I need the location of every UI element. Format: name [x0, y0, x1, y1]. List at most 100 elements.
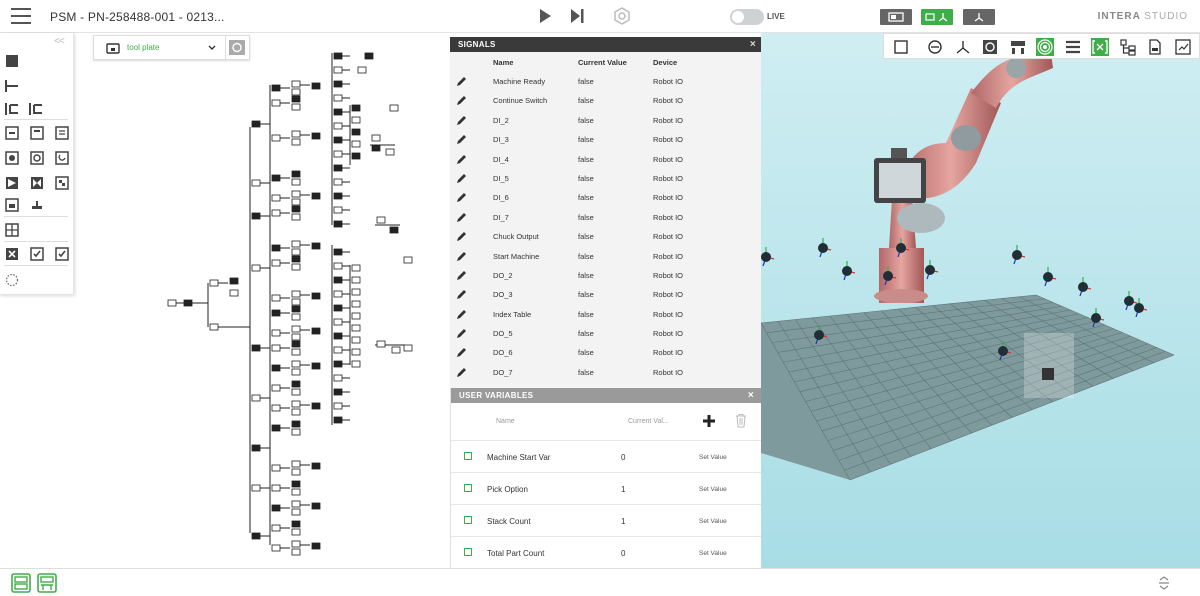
tree-node: [291, 240, 301, 248]
camera-icon[interactable]: [981, 38, 999, 56]
loop-icon[interactable]: [4, 175, 20, 191]
signal-row[interactable]: DO_5 false Robot IO: [450, 323, 763, 342]
menu-icon[interactable]: [11, 8, 31, 24]
split-view-button[interactable]: [921, 9, 953, 25]
arm-move-icon[interactable]: [29, 125, 45, 141]
step-forward-icon[interactable]: [567, 6, 587, 26]
play-icon[interactable]: [535, 6, 555, 26]
checker-icon[interactable]: [54, 175, 70, 191]
set-value-button[interactable]: Set Value: [699, 486, 727, 493]
edit-pencil-icon[interactable]: [456, 154, 467, 165]
edit-pencil-icon[interactable]: [456, 95, 467, 106]
set-value-button[interactable]: Set Value: [699, 550, 727, 557]
edit-pencil-icon[interactable]: [456, 347, 467, 358]
vision-icon[interactable]: [29, 150, 45, 166]
edit-pencil-icon[interactable]: [456, 134, 467, 145]
get-signal-icon[interactable]: [29, 197, 45, 213]
hierarchy-icon[interactable]: [1119, 38, 1137, 56]
edit-pencil-icon[interactable]: [456, 115, 467, 126]
tree-node: [271, 384, 281, 392]
signal-row[interactable]: DI_5 false Robot IO: [450, 168, 763, 187]
signal-row[interactable]: DO_7 false Robot IO: [450, 362, 763, 381]
behavior-editor-button[interactable]: [880, 9, 912, 25]
selector-node-icon[interactable]: [4, 101, 20, 117]
live-toggle[interactable]: [730, 9, 764, 25]
edit-pencil-icon[interactable]: [456, 192, 467, 203]
edit-pencil-icon[interactable]: [456, 212, 467, 223]
edit-pencil-icon[interactable]: [456, 367, 467, 378]
variables-icon[interactable]: [1091, 38, 1109, 56]
variable-value: 0: [621, 453, 626, 462]
row-checkbox[interactable]: [464, 548, 472, 556]
gripper-icon[interactable]: [4, 150, 20, 166]
user-variable-row[interactable]: Machine Start Var 0 Set Value: [451, 441, 761, 473]
spinner-icon[interactable]: [4, 272, 20, 288]
failure-icon[interactable]: [4, 246, 20, 262]
close-icon[interactable]: ×: [750, 39, 756, 50]
document-icon[interactable]: [1146, 38, 1164, 56]
signal-row[interactable]: Machine Ready false Robot IO: [450, 71, 763, 90]
signal-row[interactable]: DI_3 false Robot IO: [450, 129, 763, 148]
collapse-palette-icon[interactable]: <<: [54, 36, 65, 47]
trash-icon[interactable]: [735, 413, 747, 428]
contact-icon[interactable]: [54, 125, 70, 141]
signal-row[interactable]: DO_3 false Robot IO: [450, 284, 763, 303]
signal-row[interactable]: DI_7 false Robot IO: [450, 207, 763, 226]
edit-pencil-icon[interactable]: [456, 328, 467, 339]
signal-row[interactable]: DI_4 false Robot IO: [450, 149, 763, 168]
signal-row[interactable]: Chuck Output false Robot IO: [450, 226, 763, 245]
row-checkbox[interactable]: [464, 516, 472, 524]
edit-pencil-icon[interactable]: [456, 309, 467, 320]
edit-pencil-icon[interactable]: [456, 289, 467, 300]
user-variable-row[interactable]: Pick Option 1 Set Value: [451, 473, 761, 505]
user-variables-title: USER VARIABLES: [459, 391, 534, 400]
set-signal-icon[interactable]: [4, 197, 20, 213]
edit-pencil-icon[interactable]: [456, 76, 467, 87]
set-value-button[interactable]: Set Value: [699, 454, 727, 461]
expand-toggle-icon[interactable]: [1155, 574, 1173, 592]
decorator-icon[interactable]: [29, 175, 45, 191]
frame-icon[interactable]: [892, 38, 910, 56]
scene-3d[interactable]: [761, 33, 1200, 568]
add-icon[interactable]: [702, 414, 716, 428]
scene-view-button[interactable]: [963, 9, 995, 25]
wait-icon[interactable]: [54, 150, 70, 166]
minus-circle-icon[interactable]: [926, 38, 944, 56]
sequence-node-icon[interactable]: [4, 78, 20, 94]
behavior-tree-canvas[interactable]: [160, 45, 420, 560]
move-to-icon[interactable]: [4, 125, 20, 141]
signal-row[interactable]: Continue Switch false Robot IO: [450, 90, 763, 109]
row-checkbox[interactable]: [464, 452, 472, 460]
check-icon[interactable]: [54, 246, 70, 262]
tree-node: [351, 276, 361, 284]
close-icon[interactable]: ×: [748, 390, 754, 401]
chart-icon[interactable]: [1174, 38, 1192, 56]
signal-row[interactable]: DI_6 false Robot IO: [450, 187, 763, 206]
action-node-icon[interactable]: [4, 53, 20, 69]
edit-pencil-icon[interactable]: [456, 231, 467, 242]
scene-viewport[interactable]: [761, 33, 1200, 568]
subtree-icon[interactable]: [4, 222, 20, 238]
set-value-button[interactable]: Set Value: [699, 518, 727, 525]
edit-pencil-icon[interactable]: [456, 251, 467, 262]
signal-row[interactable]: DI_2 false Robot IO: [450, 110, 763, 129]
axes-icon[interactable]: [954, 38, 972, 56]
signal-broadcast-icon[interactable]: [1036, 38, 1054, 56]
edit-pencil-icon[interactable]: [456, 270, 467, 281]
layout-split-icon[interactable]: [11, 573, 31, 593]
tree-node: [291, 325, 301, 333]
settings-hex-icon[interactable]: [612, 6, 632, 26]
parallel-node-icon[interactable]: [28, 101, 44, 117]
signal-row[interactable]: Start Machine false Robot IO: [450, 246, 763, 265]
edit-pencil-icon[interactable]: [456, 173, 467, 184]
row-checkbox[interactable]: [464, 484, 472, 492]
machine-icon[interactable]: [1009, 38, 1027, 56]
list-icon[interactable]: [1064, 38, 1082, 56]
success-icon[interactable]: [29, 246, 45, 262]
signal-row[interactable]: DO_2 false Robot IO: [450, 265, 763, 284]
user-variable-row[interactable]: Stack Count 1 Set Value: [451, 505, 761, 537]
signal-row[interactable]: Index Table false Robot IO: [450, 304, 763, 323]
signal-row[interactable]: DO_6 false Robot IO: [450, 342, 763, 361]
layout-stack-icon[interactable]: [37, 573, 57, 593]
user-variable-row[interactable]: Total Part Count 0 Set Value: [451, 537, 761, 569]
